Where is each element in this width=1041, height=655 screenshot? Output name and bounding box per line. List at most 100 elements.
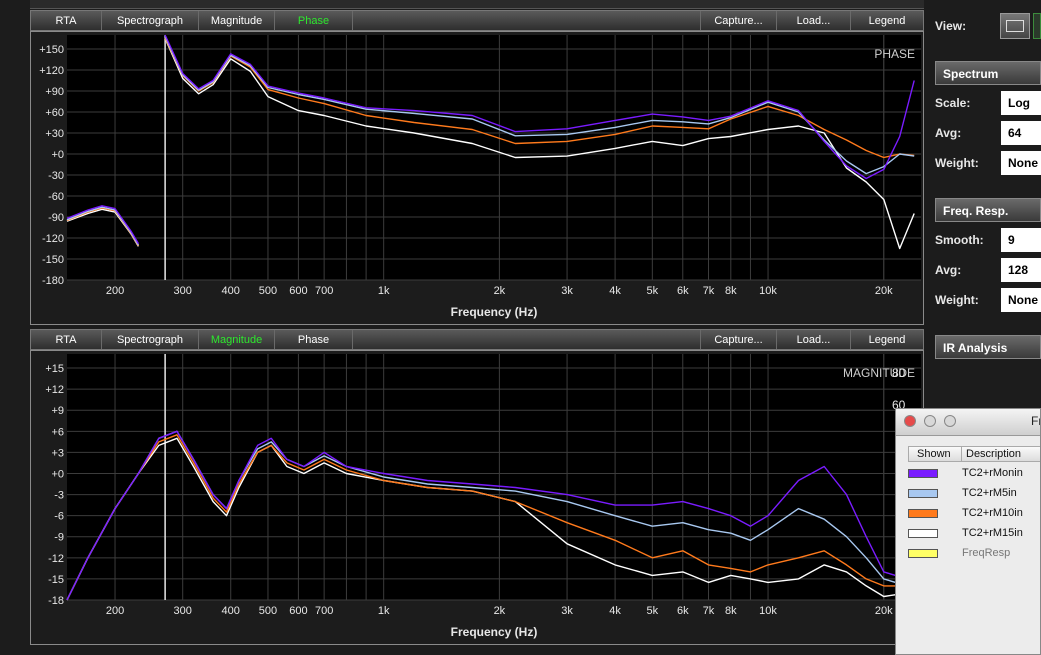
phase-panel: +150 +120 +90 +60 +30 +0 -30 -60 -90 -120 -150 -180… <box>7 31 924 325</box>
zoom-icon[interactable] <box>944 415 956 427</box>
y-tick-label: +12 <box>45 384 64 396</box>
legend-item[interactable]: TC2+rM10in <box>908 505 1040 523</box>
magnitude-panel: +15 +12 +9 +6 +3 +0 -3 -6 -9 -12 -15 -18 200 300 400 50… <box>7 350 924 645</box>
y-tick-label: -90 <box>48 212 64 224</box>
freqresp-section-button[interactable]: Freq. Resp. <box>935 198 1041 222</box>
plot-area <box>67 35 921 280</box>
plot-area <box>67 354 921 600</box>
y-tick-label: -12 <box>48 553 64 565</box>
view-label: View: <box>935 19 967 33</box>
window-icon <box>1006 20 1024 32</box>
tab-magnitude[interactable]: Magnitude <box>199 11 275 30</box>
x-tick-label: 2k <box>494 285 506 297</box>
load-button[interactable]: Load... <box>777 11 851 30</box>
series-swatch <box>908 509 938 518</box>
legend-header-row: Shown Description <box>908 446 1040 462</box>
ir-analysis-section-button[interactable]: IR Analysis <box>935 335 1041 359</box>
tab-rta[interactable]: RTA <box>31 330 102 349</box>
spectrum-scale-label: Scale: <box>935 96 971 110</box>
tab-phase[interactable]: Phase <box>275 330 353 349</box>
x-tick-label: 1k <box>378 285 390 297</box>
series-swatch <box>908 469 938 478</box>
legend-item[interactable]: FreqResp <box>908 545 1040 563</box>
x-tick-label: 10k <box>759 285 777 297</box>
legend-button[interactable]: Legend <box>851 11 923 30</box>
spectrum-weight-field[interactable]: None <box>1001 151 1041 175</box>
spectrum-avg-field[interactable]: 64 <box>1001 121 1041 145</box>
x-tick-label: 7k <box>703 285 715 297</box>
phase-chart[interactable]: +150 +120 +90 +60 +30 +0 -30 -60 -90 -120 -150 -180… <box>7 32 923 324</box>
load-button[interactable]: Load... <box>777 330 851 349</box>
series-name: TC2+rM10in <box>962 507 1023 519</box>
legend-titlebar[interactable]: Fr <box>896 409 1040 436</box>
tab-magnitude[interactable]: Magnitude <box>199 330 275 349</box>
legend-window-title: Fr <box>1031 414 1040 428</box>
freqresp-smooth-field[interactable]: 9 <box>1001 228 1041 252</box>
view-toggle-button[interactable] <box>1000 13 1030 39</box>
y-tick-label: -9 <box>54 532 64 544</box>
spectrum-weight-label: Weight: <box>935 156 979 170</box>
freqresp-smooth-label: Smooth: <box>935 233 984 247</box>
x-tick-label: 7k <box>703 605 715 617</box>
status-indicator <box>1033 13 1041 39</box>
y-tick-label: +6 <box>51 426 64 438</box>
minimize-icon[interactable] <box>924 415 936 427</box>
spectrum-scale-field[interactable]: Log <box>1001 91 1041 115</box>
x-tick-label: 4k <box>609 605 621 617</box>
x-tick-label: 6k <box>677 285 689 297</box>
x-tick-label: 20k <box>875 605 893 617</box>
spectrum-section-button[interactable]: Spectrum <box>935 61 1041 85</box>
close-icon[interactable] <box>904 415 916 427</box>
y-tick-label: +150 <box>39 44 64 56</box>
x-tick-label: 10k <box>759 605 777 617</box>
capture-button[interactable]: Capture... <box>701 330 777 349</box>
magnitude-chart[interactable]: +15 +12 +9 +6 +3 +0 -3 -6 -9 -12 -15 -18 200 300 400 50… <box>7 351 923 644</box>
right-axis-tick: 80 <box>892 366 906 380</box>
phase-tabbar: RTA Spectrograph Magnitude Phase Capture… <box>30 10 924 31</box>
freqresp-avg-label: Avg: <box>935 263 962 277</box>
x-tick-label: 5k <box>647 605 659 617</box>
legend-item[interactable]: TC2+rMonin <box>908 465 1040 483</box>
col-description-header[interactable]: Description <box>966 448 1021 460</box>
series-swatch <box>908 489 938 498</box>
y-tick-label: -30 <box>48 170 64 182</box>
tab-spectrograph[interactable]: Spectrograph <box>102 11 199 30</box>
y-tick-label: +9 <box>51 405 64 417</box>
x-tick-label: 300 <box>174 285 192 297</box>
x-tick-label: 4k <box>609 285 621 297</box>
legend-item[interactable]: TC2+rM15in <box>908 525 1040 543</box>
x-tick-label: 1k <box>378 605 390 617</box>
y-tick-label: -60 <box>48 191 64 203</box>
y-tick-label: +60 <box>45 107 64 119</box>
x-tick-label: 500 <box>259 605 277 617</box>
freqresp-avg-field[interactable]: 128 <box>1001 258 1041 282</box>
legend-button[interactable]: Legend <box>851 330 923 349</box>
x-axis-label: Frequency (Hz) <box>451 625 538 639</box>
series-swatch <box>908 529 938 538</box>
x-tick-label: 700 <box>315 605 333 617</box>
y-tick-label: -3 <box>54 490 64 502</box>
col-shown-header[interactable]: Shown <box>917 448 951 460</box>
y-tick-label: -18 <box>48 595 64 607</box>
x-tick-label: 20k <box>875 285 893 297</box>
x-tick-label: 400 <box>222 605 240 617</box>
column-divider <box>961 447 962 461</box>
capture-button[interactable]: Capture... <box>701 11 777 30</box>
tab-rta[interactable]: RTA <box>31 11 102 30</box>
legend-item[interactable]: TC2+rM5in <box>908 485 1040 503</box>
y-tick-label: +0 <box>51 468 64 480</box>
x-tick-label: 8k <box>725 285 737 297</box>
x-tick-label: 600 <box>289 605 307 617</box>
x-tick-label: 400 <box>222 285 240 297</box>
y-tick-label: +15 <box>45 363 64 375</box>
tab-spectrograph[interactable]: Spectrograph <box>102 330 199 349</box>
spectrum-avg-label: Avg: <box>935 126 962 140</box>
x-tick-label: 300 <box>174 605 192 617</box>
y-tick-label: +0 <box>51 149 64 161</box>
x-tick-label: 2k <box>494 605 506 617</box>
tab-phase[interactable]: Phase <box>275 11 353 30</box>
freqresp-weight-field[interactable]: None <box>1001 288 1041 312</box>
y-tick-label: +120 <box>39 65 64 77</box>
magnitude-tabbar: RTA Spectrograph Magnitude Phase Capture… <box>30 329 924 350</box>
x-tick-label: 200 <box>106 285 124 297</box>
